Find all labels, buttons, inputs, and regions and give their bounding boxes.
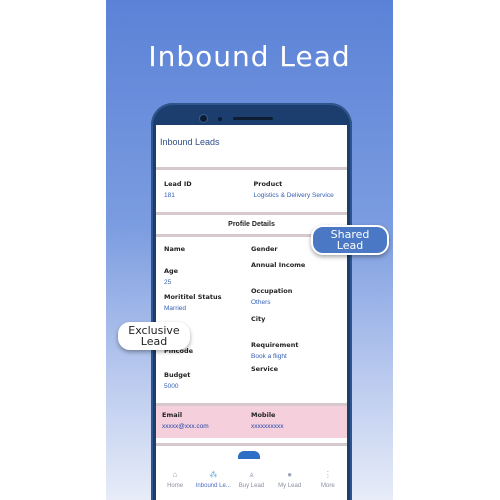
requirement-field: Requirement Book a flight (251, 341, 298, 360)
income-field: Annual Income (251, 261, 305, 269)
page-title: Inbound Leads (160, 137, 220, 147)
age-field: Age 25 (164, 267, 178, 286)
inbound-icon: ⁂ (209, 470, 218, 479)
requirement-value: Book a flight (251, 353, 287, 360)
age-value: 25 (164, 279, 172, 286)
contact-details: Email xxxxx@xxx.com Mobile xxxxxxxxxx (156, 403, 347, 438)
tab-my-lead[interactable]: ● My Lead (271, 458, 309, 489)
lead-summary: Lead ID 181 Product Logistics & Delivery… (156, 170, 347, 212)
exclusive-callout-line2: Lead (140, 335, 168, 348)
product-value: Logistics & Delivery Service (253, 192, 334, 199)
occupation-label: Occupation (251, 287, 293, 295)
lead-id-label: Lead ID (164, 180, 192, 188)
occupation-field: Occupation Others (251, 287, 292, 306)
income-label: Annual Income (251, 261, 306, 269)
app-header: Inbound Leads (156, 125, 347, 170)
marital-field: Morititel Status Married (164, 293, 222, 312)
person-icon: ● (287, 470, 293, 479)
sensor (218, 117, 222, 121)
budget-value: 5000 (164, 383, 179, 390)
marital-label: Morititel Status (164, 293, 222, 301)
gender-label: Gender (251, 245, 278, 253)
front-camera (200, 115, 207, 122)
budget-field: Budget 5000 (164, 371, 190, 390)
name-field: Name (164, 245, 185, 253)
bottom-tab-bar: ⌂ Home ⁂ Inbound Le... ⩓ Buy Lead ● My L… (156, 458, 347, 500)
tab-label: Buy Lead (238, 483, 265, 489)
email-label: Email (162, 411, 183, 419)
tab-label: Home (167, 483, 184, 489)
tab-home[interactable]: ⌂ Home (156, 458, 194, 489)
email-value[interactable]: xxxxx@xxx.com (162, 423, 209, 430)
buy-icon: ⩓ (249, 470, 254, 479)
tab-more[interactable]: ⋮ More (309, 458, 347, 489)
product-label: Product (253, 180, 283, 188)
product-block: Product Logistics & Delivery Service (254, 180, 344, 206)
more-icon: ⋮ (323, 470, 332, 479)
profile-details: Name Gender Age 25 Annual Income Moritit… (156, 237, 347, 407)
requirement-label: Requirement (251, 341, 299, 349)
tab-buy-lead[interactable]: ⩓ Buy Lead (232, 458, 270, 489)
shared-lead-callout: Shared Lead (311, 225, 389, 255)
gender-field: Gender (251, 245, 278, 253)
lead-id-value: 181 (164, 192, 175, 199)
app-screen: Inbound Leads Lead ID 181 Product Logist… (156, 125, 347, 500)
exclusive-lead-callout: Exclusive Lead (118, 322, 190, 350)
age-label: Age (164, 267, 179, 275)
mobile-value[interactable]: xxxxxxxxxx (251, 423, 284, 430)
home-icon: ⌂ (172, 470, 178, 479)
city-field: City (251, 315, 265, 323)
name-label: Name (164, 245, 186, 253)
lead-id-block: Lead ID 181 (164, 180, 254, 206)
earpiece-speaker (233, 117, 273, 120)
budget-label: Budget (164, 371, 191, 379)
shared-callout-line2: Lead (336, 239, 364, 252)
occupation-value: Others (251, 299, 271, 306)
tab-inbound-leads[interactable]: ⁂ Inbound Le... (194, 458, 232, 489)
tab-label: My Lead (278, 483, 302, 489)
banner-title: Inbound Lead (148, 40, 351, 73)
marital-value: Married (164, 305, 187, 312)
city-label: City (251, 315, 266, 323)
service-label: Service (251, 365, 279, 373)
mobile-label: Mobile (251, 411, 276, 419)
phone-frame: Inbound Leads Lead ID 181 Product Logist… (151, 103, 352, 500)
divider (156, 443, 347, 446)
mobile-field: Mobile xxxxxxxxxx (251, 411, 284, 430)
email-field: Email xxxxx@xxx.com (162, 411, 209, 430)
tab-label: More (321, 483, 335, 489)
tab-label: Inbound Le... (195, 483, 231, 489)
service-field: Service (251, 365, 278, 373)
